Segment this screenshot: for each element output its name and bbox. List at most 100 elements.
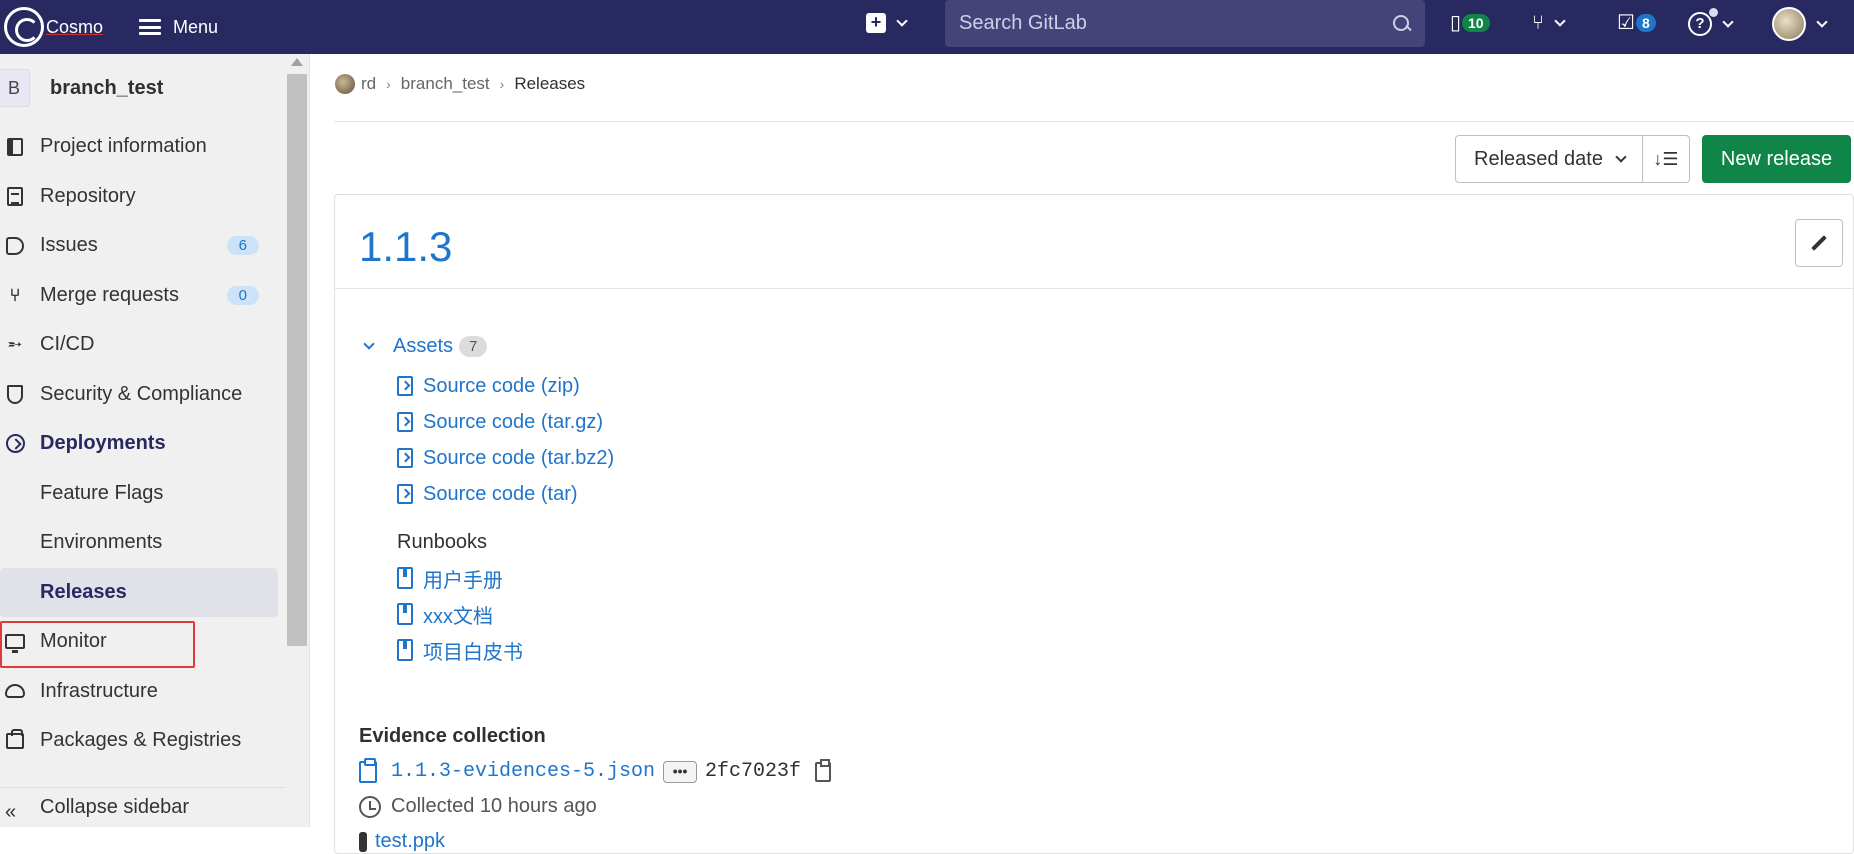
sidebar-item-deployments[interactable]: Deployments (0, 419, 309, 469)
edit-release-button[interactable] (1795, 219, 1843, 267)
source-code-tarbz2-link[interactable]: Source code (tar.bz2) (397, 440, 614, 476)
assets-toggle[interactable]: Assets 7 (359, 335, 614, 358)
search-box[interactable] (945, 0, 1425, 47)
help-icon: ? (1688, 8, 1718, 36)
merge-request-icon: ⑂ (9, 284, 21, 305)
breadcrumb-project-link[interactable]: branch_test (401, 74, 490, 94)
menu-button[interactable]: Menu (139, 17, 218, 38)
runbooks-heading: Runbooks (397, 531, 488, 553)
sidebar-item-merge-requests[interactable]: ⑂ Merge requests 0 (0, 271, 309, 321)
chevron-down-icon (363, 338, 375, 350)
sidebar-item-releases[interactable]: Releases (0, 567, 278, 617)
doc-code-icon (397, 448, 413, 468)
sidebar-item-label: CI/CD (40, 333, 95, 356)
runbook-link-label: 用户手册 (423, 569, 503, 592)
source-code-targz-link[interactable]: Source code (tar.gz) (397, 404, 614, 440)
project-avatar: B (0, 69, 30, 107)
breadcrumb-group-link[interactable]: rd (361, 74, 376, 94)
notification-dot (1709, 8, 1718, 17)
merge-request-icon: ⑂ (1532, 12, 1544, 34)
hamburger-icon (139, 19, 162, 35)
asset-list: Source code (zip) Source code (tar.gz) S… (397, 368, 614, 668)
sidebar-scrollbar-thumb[interactable] (287, 74, 307, 646)
source-code-zip-link[interactable]: Source code (zip) (397, 368, 614, 404)
asset-link-label: Source code (tar.gz) (423, 410, 604, 433)
scroll-up-arrow-icon[interactable] (291, 58, 303, 66)
runbook-link[interactable]: 项目白皮书 (397, 632, 614, 668)
user-avatar (1772, 7, 1806, 41)
runbook-link[interactable]: xxx文档 (397, 596, 614, 632)
key-file-icon (359, 831, 367, 852)
sort-by-dropdown[interactable]: Released date (1455, 135, 1643, 183)
chevron-right-icon: › (386, 76, 391, 92)
book-icon (397, 603, 413, 625)
evidence-sha: 2fc7023f (705, 760, 802, 783)
runbook-link-label: xxx文档 (423, 605, 493, 628)
user-menu-button[interactable] (1772, 7, 1828, 41)
search-icon (1393, 14, 1411, 33)
runbook-link[interactable]: 用户手册 (397, 560, 614, 596)
package-icon (6, 728, 24, 749)
chevron-down-icon (1816, 16, 1828, 28)
doc-code-icon (397, 412, 413, 432)
sidebar-item-feature-flags[interactable]: Feature Flags (0, 469, 309, 519)
sidebar-project-header[interactable]: B branch_test (0, 54, 309, 122)
collapse-sidebar-button[interactable]: « Collapse sidebar (0, 787, 285, 827)
new-release-button[interactable]: New release (1702, 135, 1851, 183)
sidebar-item-issues[interactable]: Issues 6 (0, 221, 309, 271)
sidebar-item-label: Feature Flags (40, 481, 164, 504)
create-new-button[interactable]: + (866, 13, 908, 33)
pencil-icon (1811, 235, 1827, 251)
issues-nav-button[interactable]: ▯ 10 (1450, 12, 1490, 34)
sidebar-item-infrastructure[interactable]: Infrastructure (0, 667, 309, 717)
todos-nav-button[interactable]: ☑ 8 (1617, 12, 1656, 34)
cosmo-logo[interactable]: Cosmo (4, 0, 103, 54)
evidence-heading: Evidence collection (359, 725, 546, 747)
sort-direction-button[interactable]: ↓☰ (1643, 135, 1690, 183)
sidebar-item-repository[interactable]: Repository (0, 172, 309, 222)
rocket-icon: ➶ (2, 331, 28, 357)
sidebar-item-packages-registries[interactable]: Packages & Registries (0, 716, 309, 766)
assets-section: Assets 7 Source code (zip) Source code (… (359, 335, 614, 668)
project-sidebar: B branch_test Project information Reposi… (0, 54, 310, 827)
copy-icon[interactable] (815, 758, 832, 782)
sidebar-item-security-compliance[interactable]: Security & Compliance (0, 370, 309, 420)
merge-requests-nav-button[interactable]: ⑂ (1532, 12, 1566, 34)
collected-text: Collected 10 hours ago (391, 795, 597, 817)
todos-count-badge: 8 (1635, 14, 1656, 32)
extra-file-link[interactable]: test.ppk (359, 830, 831, 853)
sidebar-item-cicd[interactable]: ➶ CI/CD (0, 320, 309, 370)
doc-code-icon (397, 376, 413, 396)
expand-sha-button[interactable]: ••• (663, 760, 698, 783)
sort-controls: Released date ↓☰ (1455, 135, 1690, 183)
evidence-file-link[interactable]: 1.1.3-evidences-5.json (391, 760, 655, 783)
search-input[interactable] (959, 12, 1393, 35)
sidebar-item-label: Deployments (40, 432, 166, 455)
sidebar-item-environments[interactable]: Environments (0, 518, 309, 568)
sidebar-item-label: Project information (40, 135, 207, 158)
todo-icon: ☑ (1617, 12, 1635, 34)
collected-row: Collected 10 hours ago (359, 795, 831, 818)
book-icon (7, 137, 23, 156)
sidebar-item-project-information[interactable]: Project information (0, 122, 309, 172)
doc-code-icon (397, 484, 413, 504)
issues-icon (6, 236, 24, 255)
sidebar-item-label: Infrastructure (40, 679, 158, 702)
release-title-link[interactable]: 1.1.3 (359, 223, 452, 271)
sidebar-item-monitor[interactable]: Monitor (0, 617, 309, 667)
source-code-tar-link[interactable]: Source code (tar) (397, 476, 614, 512)
doc-icon (7, 186, 23, 206)
sidebar-item-label: Merge requests (40, 283, 179, 306)
asset-link-label: Source code (tar) (423, 482, 578, 505)
assets-label: Assets (393, 335, 454, 357)
sidebar-item-label: Packages & Registries (40, 729, 242, 752)
sidebar-item-label: Security & Compliance (40, 382, 243, 405)
project-name: branch_test (50, 76, 164, 99)
top-navbar: Cosmo Menu + ▯ 10 ⑂ ☑ 8 ? (0, 0, 1854, 54)
group-avatar (335, 74, 355, 94)
breadcrumb-current[interactable]: Releases (514, 74, 585, 94)
issues-icon: ▯ (1450, 12, 1462, 34)
extra-file-label: test.ppk (375, 830, 446, 852)
help-button[interactable]: ? (1688, 8, 1734, 36)
chevron-down-icon (1722, 16, 1734, 28)
